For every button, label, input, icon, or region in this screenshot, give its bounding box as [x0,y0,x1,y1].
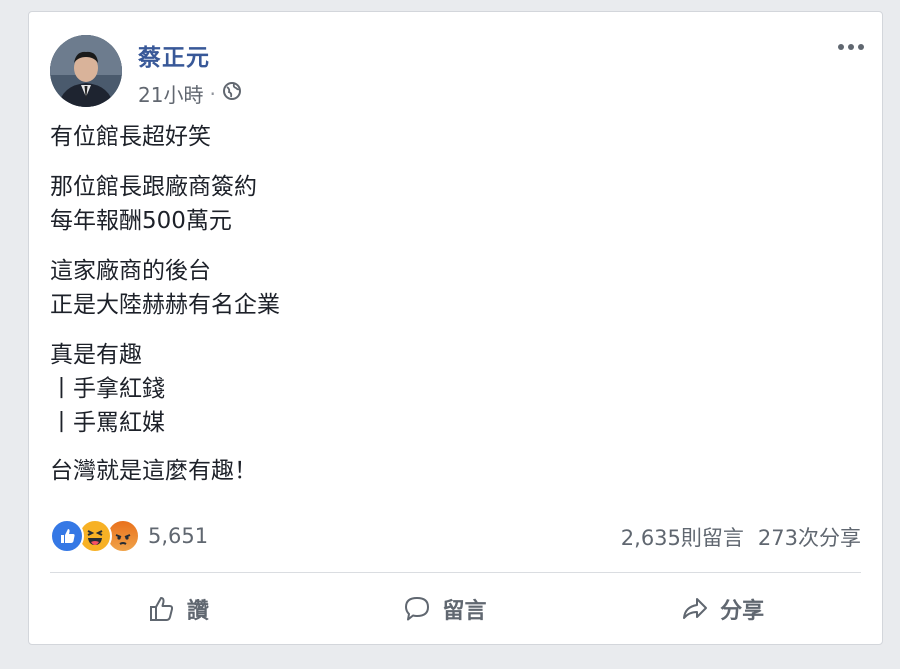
comment-count[interactable]: 2,635則留言 [621,522,744,552]
more-dot [838,44,844,50]
author-name[interactable]: 蔡正元 [138,38,210,72]
avatar[interactable] [50,35,122,107]
post-actions: 讚 留言 分享 [50,574,861,644]
post-timestamp[interactable]: 21小時 [138,79,203,108]
post-card: 蔡正元 21小時 · 有位館長超好笑 那位館長跟廠商簽約 每年報酬500萬元 這… [28,11,883,645]
divider [50,572,861,573]
comment-icon [402,594,432,624]
post-paragraph: 真是有趣 丨手拿紅錢 丨手罵紅媒 [50,342,165,436]
post-paragraph: 台灣就是這麼有趣！ [50,458,257,484]
post-paragraph: 那位館長跟廠商簽約 每年報酬500萬元 [50,174,257,234]
share-label: 分享 [720,599,765,624]
share-button[interactable]: 分享 [680,593,764,625]
reactions-summary[interactable]: 5,651 [50,519,208,553]
more-dot [858,44,864,50]
globe-icon[interactable] [222,81,242,106]
share-icon [680,594,710,624]
post-paragraph: 有位館長超好笑 [50,124,211,150]
comment-button[interactable]: 留言 [402,593,486,625]
share-count[interactable]: 273次分享 [758,522,861,552]
more-dot [848,44,854,50]
comment-label: 留言 [442,599,487,624]
engagement-stats: 2,635則留言 273次分享 [621,522,861,552]
thumbs-up-icon [147,594,177,624]
post-meta: 21小時 · [138,79,242,108]
post-paragraph: 這家廠商的後台 正是大陸赫赫有名企業 [50,258,280,318]
like-label: 讚 [186,599,209,624]
reaction-count[interactable]: 5,651 [148,524,208,548]
like-icon [50,519,84,553]
meta-separator: · [209,81,216,106]
more-options-button[interactable] [834,38,868,56]
post-body: 有位館長超好笑 那位館長跟廠商簽約 每年報酬500萬元 這家廠商的後台 正是大陸… [50,120,861,504]
like-button[interactable]: 讚 [147,593,209,625]
